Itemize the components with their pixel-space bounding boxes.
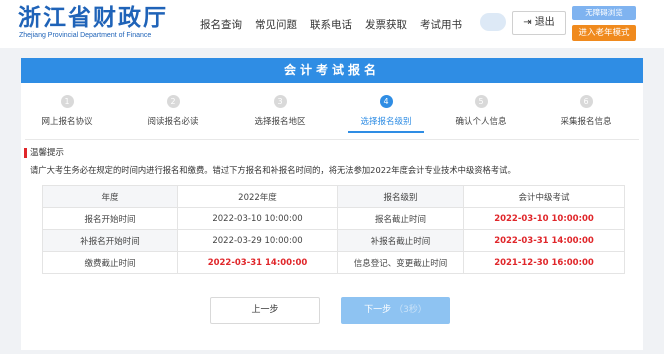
step-1: 1 网上报名协议: [7, 95, 127, 127]
registration-start-label: 报名开始时间: [42, 207, 178, 230]
weather-badge: [480, 13, 506, 31]
info-change-deadline-value: 2021-12-30 16:00:00: [463, 251, 625, 274]
step-6: 6 采集报名信息: [526, 95, 646, 127]
step-number: 3: [273, 95, 287, 108]
registration-start-value: 2022-03-10 10:00:00: [177, 207, 338, 230]
year-label: 年度: [42, 185, 178, 208]
supplement-start-label: 补报名开始时间: [42, 229, 178, 252]
step-label: 网上报名协议: [41, 117, 93, 127]
step-number: 1: [60, 95, 74, 108]
payment-deadline-value: 2022-03-31 14:00:00: [177, 251, 338, 274]
next-step-button[interactable]: 下一步 （3秒）: [341, 297, 450, 324]
registration-info-table: 年度 2022年度 报名级别 会计中级考试 报名开始时间 2022-03-10 …: [42, 185, 625, 274]
step-label: 阅读报名必读: [147, 117, 199, 127]
step-number: 2: [166, 95, 180, 108]
supplement-end-label: 补报名截止时间: [337, 229, 464, 252]
table-row: 缴费截止时间 2022-03-31 14:00:00 信息登记、变更截止时间 2…: [42, 251, 625, 274]
step-5: 5 确认个人信息: [421, 95, 541, 127]
site-logo[interactable]: 浙江省财政厅: [18, 5, 168, 31]
site-header: 浙江省财政厅 Zhejiang Provincial Department of…: [0, 0, 664, 48]
prev-step-button[interactable]: 上一步: [210, 297, 320, 324]
step-number: 5: [474, 95, 488, 108]
logout-icon: ⇥: [523, 17, 532, 28]
supplement-end-value: 2022-03-31 14:00:00: [463, 229, 625, 252]
nav-item-registration-query[interactable]: 报名查询: [200, 17, 242, 32]
site-logo-english: Zhejiang Provincial Department of Financ…: [19, 32, 152, 39]
info-change-deadline-label: 信息登记、变更截止时间: [337, 251, 464, 274]
logout-label: 退出: [534, 17, 555, 28]
page-title: 会计考试报名: [21, 58, 643, 83]
level-label: 报名级别: [337, 185, 464, 208]
nav-item-exam-books[interactable]: 考试用书: [420, 17, 462, 32]
registration-end-value: 2022-03-10 10:00:00: [463, 207, 625, 230]
registration-card: 会计考试报名 1 网上报名协议 2 阅读报名必读 3 选择报名地区 4 选择报名…: [21, 58, 643, 350]
countdown-label: （3秒）: [394, 305, 427, 315]
year-value: 2022年度: [177, 185, 338, 208]
nav-item-invoice[interactable]: 发票获取: [365, 17, 407, 32]
level-value: 会计中级考试: [463, 185, 625, 208]
step-number: 4: [379, 95, 393, 108]
table-row: 报名开始时间 2022-03-10 10:00:00 报名截止时间 2022-0…: [42, 207, 625, 230]
active-step-indicator: [348, 131, 424, 133]
tip-marker: [24, 148, 27, 158]
tip-title: 温馨提示: [30, 148, 65, 158]
step-3: 3 选择报名地区: [220, 95, 340, 127]
step-2: 2 阅读报名必读: [113, 95, 233, 127]
nav-item-faq[interactable]: 常见问题: [255, 17, 297, 32]
registration-end-label: 报名截止时间: [337, 207, 464, 230]
divider: [25, 139, 639, 140]
step-number: 6: [579, 95, 593, 108]
accessibility-button[interactable]: 无障碍浏览: [572, 6, 636, 20]
step-label: 确认个人信息: [455, 117, 507, 127]
tip-text: 请广大考生务必在规定的时间内进行报名和缴费。错过下方报名和补报名时间的，将无法参…: [30, 165, 516, 175]
step-label: 采集报名信息: [560, 117, 612, 127]
elder-mode-button[interactable]: 进入老年模式: [572, 25, 636, 41]
table-row: 年度 2022年度 报名级别 会计中级考试: [42, 185, 625, 208]
next-step-label: 下一步: [364, 305, 392, 315]
step-label: 选择报名地区: [254, 117, 306, 127]
nav-item-contact-phone[interactable]: 联系电话: [310, 17, 352, 32]
logout-button[interactable]: ⇥ 退出: [512, 11, 566, 35]
supplement-start-value: 2022-03-29 10:00:00: [177, 229, 338, 252]
table-row: 补报名开始时间 2022-03-29 10:00:00 补报名截止时间 2022…: [42, 229, 625, 252]
payment-deadline-label: 缴费截止时间: [42, 251, 178, 274]
